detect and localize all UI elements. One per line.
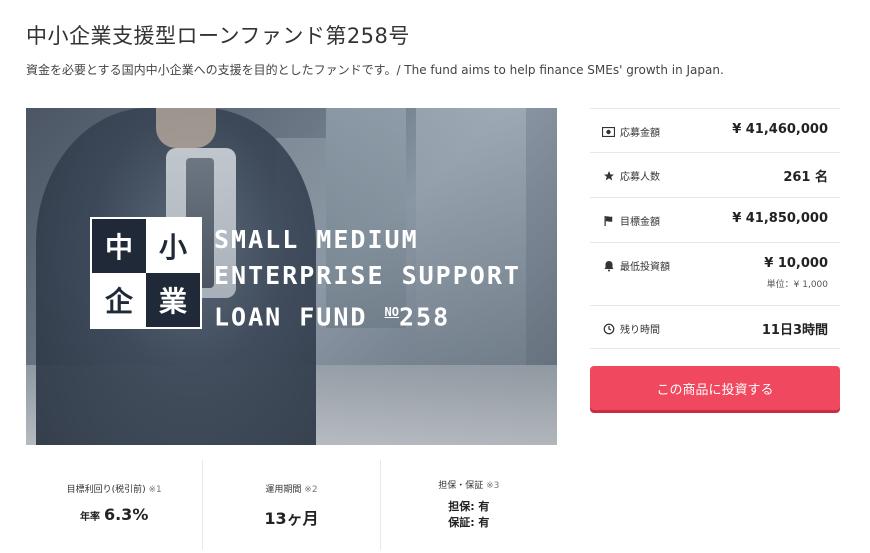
- logo-char: 中: [92, 219, 146, 273]
- invest-button[interactable]: この商品に投資する: [590, 366, 840, 410]
- info-row-min-investment: 最低投資額 ¥ 10,000 単位：¥ 1,000: [590, 242, 840, 305]
- investment-unit: 単位：¥ 1,000: [766, 280, 828, 290]
- hero-line: LOAN FUND: [214, 302, 368, 332]
- stat-label: 目標利回り(税引前): [66, 485, 146, 495]
- hero-line-with-number: LOAN FUND NO258: [214, 294, 521, 335]
- stat-collateral: 担保・保証 ※3 担保: 有 保証: 有: [379, 460, 557, 550]
- stat-label: 担保・保証: [438, 481, 484, 491]
- info-label-text: 最低投資額: [620, 262, 670, 273]
- applied-amount-value: ¥ 41,460,000: [732, 122, 828, 137]
- stat-note: ※3: [486, 481, 500, 491]
- flag-icon: [602, 214, 615, 227]
- info-row-target-amount: 目標金額 ¥ 41,850,000: [590, 197, 840, 242]
- applicants-value: 261 名: [783, 170, 828, 185]
- info-row-remaining-time: 残り時間 11日3時間: [590, 305, 840, 349]
- remaining-time-value: 11日3時間: [761, 323, 828, 338]
- stat-note: ※1: [148, 485, 162, 495]
- logo-char: 小: [146, 219, 200, 273]
- info-row-applied-amount: 応募金額 ¥ 41,460,000: [590, 108, 840, 152]
- clock-icon: [602, 322, 615, 335]
- hero-line: ENTERPRISE SUPPORT: [214, 261, 521, 290]
- target-yield-value: 6.3%: [103, 505, 149, 524]
- collateral-status: 担保: 有: [448, 500, 490, 513]
- sme-logo: 中 小 企 業: [90, 217, 202, 329]
- logo-char: 業: [146, 273, 200, 327]
- star-icon: [602, 169, 615, 182]
- info-label-text: 残り時間: [620, 325, 660, 336]
- stat-label: 運用期間: [265, 485, 302, 495]
- number-mark: NO: [384, 305, 399, 319]
- target-amount-value: ¥ 41,850,000: [732, 211, 828, 226]
- logo-char: 企: [92, 273, 146, 327]
- min-investment-value: ¥ 10,000: [764, 256, 828, 271]
- fund-hero-image: 中 小 企 業 SMALL MEDIUM ENTERPRISE SUPPORT …: [26, 108, 557, 445]
- money-icon: [602, 125, 615, 138]
- page-subtitle: 資金を必要とする国内中小企業への支援を目的としたファンドです。/ The fun…: [26, 63, 724, 77]
- hero-fund-number: 258: [398, 302, 451, 332]
- fund-info-table: 応募金額 ¥ 41,460,000 応募人数 261 名 目標金額 ¥ 41,8…: [590, 108, 840, 349]
- guarantee-status: 保証: 有: [448, 516, 490, 529]
- hero-fund-name: SMALL MEDIUM ENTERPRISE SUPPORT LOAN FUN…: [214, 222, 521, 335]
- fund-stats: 目標利回り(税引前) ※1 年率 6.3% 運用期間 ※2 13ヶ月 担保・保証 …: [26, 460, 557, 550]
- info-label-text: 応募金額: [620, 128, 660, 139]
- info-row-applicants: 応募人数 261 名: [590, 152, 840, 197]
- hero-line: SMALL MEDIUM: [214, 225, 419, 254]
- operation-period-value: 13ヶ月: [264, 509, 319, 528]
- stat-note: ※2: [304, 485, 318, 495]
- info-label-text: 応募人数: [620, 172, 660, 183]
- bell-icon: [602, 259, 615, 272]
- stat-prefix: 年率: [79, 512, 100, 523]
- stat-target-yield: 目標利回り(税引前) ※1 年率 6.3%: [26, 460, 202, 550]
- stat-operation-period: 運用期間 ※2 13ヶ月: [202, 460, 379, 550]
- info-label-text: 目標金額: [620, 217, 660, 228]
- hand-shape: [156, 108, 216, 148]
- page-title: 中小企業支援型ローンファンド第258号: [26, 24, 410, 48]
